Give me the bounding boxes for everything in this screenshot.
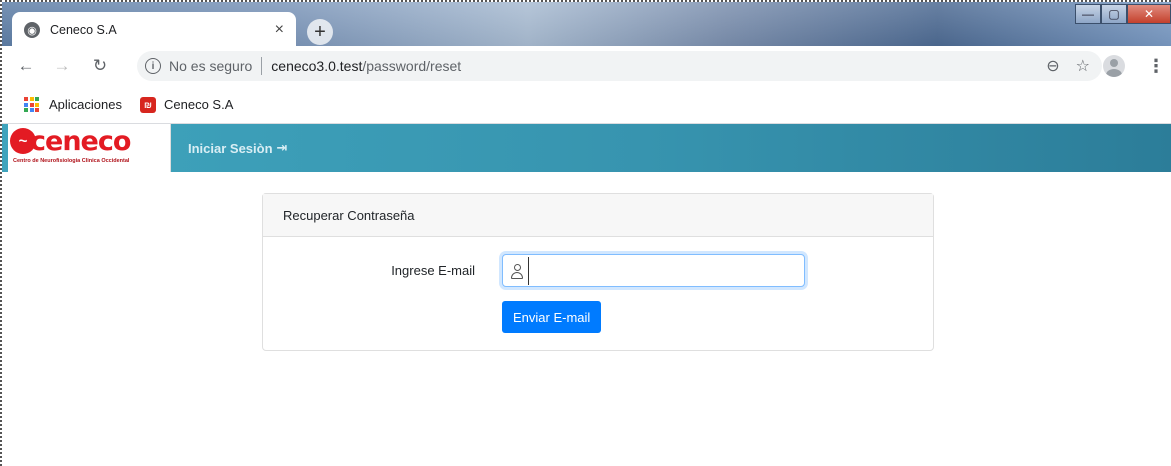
- new-tab-button[interactable]: +: [307, 19, 333, 45]
- menu-kebab-icon[interactable]: ⋮: [1147, 56, 1165, 77]
- sign-in-icon: ⇥: [276, 140, 288, 155]
- info-icon[interactable]: i: [145, 58, 161, 74]
- user-icon: [510, 263, 524, 279]
- globe-icon: ◉: [24, 22, 40, 38]
- app-navbar: ~ ceneco Centro de Neurofisiologia Clini…: [2, 124, 1171, 172]
- address-bar[interactable]: i No es seguro ceneco3.0.test/password/r…: [137, 51, 1102, 81]
- toolbar-right: ⋮: [1103, 55, 1165, 77]
- browser-toolbar: ← → ↻ i No es seguro ceneco3.0.test/pass…: [2, 46, 1171, 86]
- bookmark-ceneco[interactable]: ₪ Ceneco S.A: [140, 96, 234, 113]
- bookmark-apps-label: Aplicaciones: [49, 97, 122, 112]
- card-header: Recuperar Contraseña: [263, 194, 933, 237]
- brand-name: ceneco: [30, 126, 131, 157]
- tab-close-icon[interactable]: ×: [275, 22, 284, 38]
- browser-tab[interactable]: ◉ Ceneco S.A ×: [12, 12, 296, 48]
- send-email-button[interactable]: Enviar E-mail: [502, 301, 602, 333]
- email-label: Ingrese E-mail: [391, 263, 475, 278]
- url-host: ceneco3.0.test: [271, 58, 363, 74]
- zoom-icon[interactable]: ⊖: [1046, 56, 1059, 76]
- bookmarks-bar: Aplicaciones ₪ Ceneco S.A: [2, 86, 1171, 124]
- maximize-icon[interactable]: ▢: [1101, 4, 1127, 24]
- tab-title: Ceneco S.A: [50, 23, 117, 37]
- ceneco-favicon-icon: ₪: [140, 96, 156, 113]
- apps-grid-icon: [24, 97, 39, 112]
- minimize-icon[interactable]: —: [1075, 4, 1101, 24]
- reload-icon[interactable]: ↻: [88, 56, 112, 76]
- url-path: /password/reset: [362, 58, 462, 74]
- email-form-row: Ingrese E-mail: [263, 254, 933, 288]
- profile-icon[interactable]: [1103, 55, 1125, 77]
- bookmark-label: Ceneco S.A: [164, 97, 234, 112]
- reset-password-card: Recuperar Contraseña Ingrese E-mail Envi…: [262, 193, 934, 351]
- tab-strip: ◉ Ceneco S.A × + — ▢ ✕: [2, 2, 1171, 48]
- window-controls: — ▢ ✕: [1075, 4, 1171, 24]
- forward-arrow-icon[interactable]: →: [50, 56, 74, 76]
- nav-login-link[interactable]: Iniciar Sesiòn ⇥: [188, 140, 287, 156]
- email-input-group[interactable]: [502, 254, 805, 287]
- brand-subtitle: Centro de Neurofisiologia Clinica Occide…: [13, 158, 130, 164]
- divider: [261, 57, 263, 75]
- close-window-icon[interactable]: ✕: [1127, 4, 1171, 24]
- nav-login-label: Iniciar Sesiòn: [188, 140, 273, 156]
- star-icon[interactable]: ☆: [1076, 56, 1090, 76]
- email-input[interactable]: [528, 256, 804, 285]
- bookmark-apps[interactable]: Aplicaciones: [24, 97, 122, 112]
- omnibox-actions: ⊖ ☆: [1046, 56, 1090, 76]
- security-label: No es seguro: [169, 58, 253, 74]
- brand-logo[interactable]: ~ ceneco Centro de Neurofisiologia Clini…: [8, 124, 171, 172]
- back-arrow-icon[interactable]: ←: [14, 56, 38, 76]
